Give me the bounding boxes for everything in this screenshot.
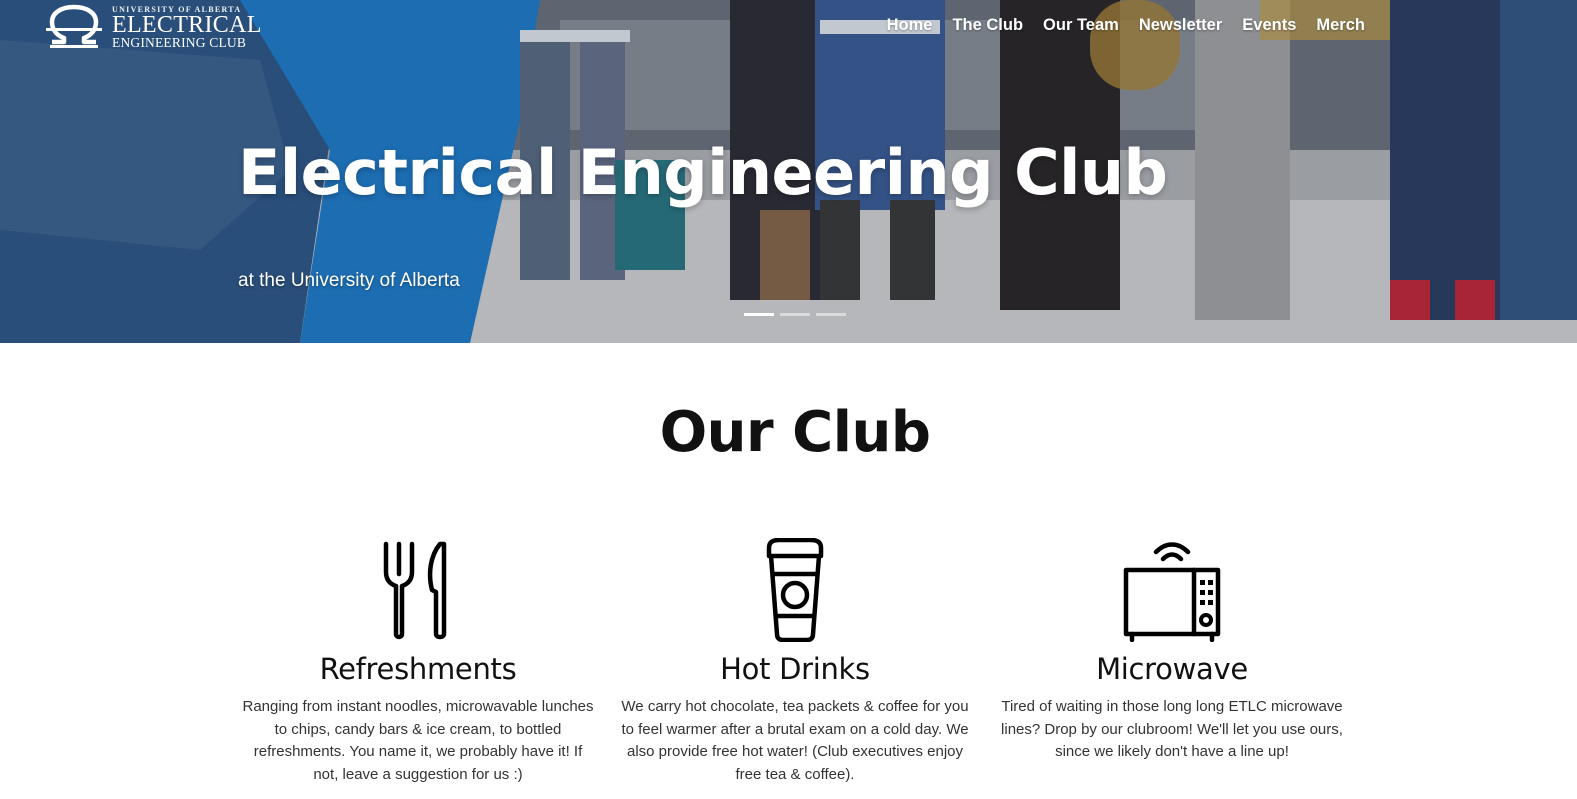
nav-our-team[interactable]: Our Team <box>1043 16 1119 35</box>
feature-title-microwave: Microwave <box>1096 652 1248 686</box>
feature-desc-microwave: Tired of waiting in those long long ETLC… <box>1001 698 1343 760</box>
nav-newsletter[interactable]: Newsletter <box>1139 16 1222 35</box>
microwave-icon <box>1123 542 1221 642</box>
carousel-indicator-3[interactable] <box>816 313 846 316</box>
nav-merch[interactable]: Merch <box>1316 16 1365 35</box>
hero-carousel: UNIVERSITY OF ALBERTA ELECTRICAL ENGINEE… <box>0 0 1577 343</box>
omega-logo-icon <box>46 4 102 48</box>
logo-sub-text: ENGINEERING CLUB <box>112 35 247 50</box>
feature-desc-hot-drinks: We carry hot chocolate, tea packets & co… <box>621 698 969 783</box>
nav-home[interactable]: Home <box>887 16 933 35</box>
feature-title-refreshments: Refreshments <box>319 652 517 686</box>
feature-hot-drinks: Hot Drinks We carry hot chocolate, tea p… <box>615 538 975 786</box>
feature-microwave: Microwave Tired of waiting in those long… <box>992 538 1352 764</box>
carousel-indicator-1[interactable] <box>744 313 774 316</box>
hero-subtitle: at the University of Alberta <box>238 270 460 291</box>
feature-desc-refreshments: Ranging from instant noodles, microwavab… <box>242 698 594 783</box>
feature-title-hot-drinks: Hot Drinks <box>720 652 870 686</box>
cutlery-icon <box>383 541 447 640</box>
main-navigation: Home The Club Our Team Newsletter Events… <box>887 16 1365 35</box>
nav-the-club[interactable]: The Club <box>952 16 1023 35</box>
club-logo[interactable]: UNIVERSITY OF ALBERTA ELECTRICAL ENGINEE… <box>44 4 261 50</box>
hero-title: Electrical Engineering Club <box>238 136 1168 209</box>
coffee-cup-icon <box>766 538 824 642</box>
carousel-indicators <box>744 313 846 316</box>
nav-events[interactable]: Events <box>1242 16 1296 35</box>
carousel-indicator-2[interactable] <box>780 313 810 316</box>
section-title: Our Club <box>659 400 931 465</box>
feature-refreshments: Refreshments Ranging from instant noodle… <box>238 538 598 786</box>
